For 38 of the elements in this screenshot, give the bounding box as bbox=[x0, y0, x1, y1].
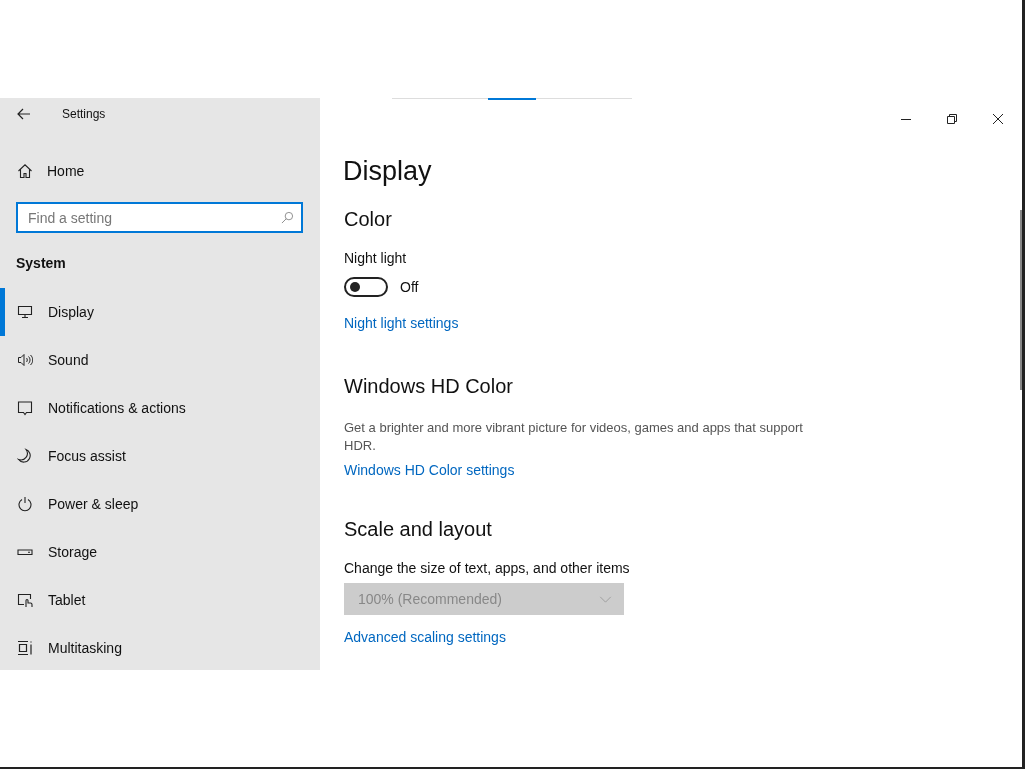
multitasking-icon bbox=[17, 640, 33, 656]
tablet-touch-icon bbox=[17, 592, 33, 608]
description-text: Get a brighter and more vibrant picture for videos, games and apps that support HDR. bbox=[343, 419, 804, 455]
home-icon bbox=[17, 163, 33, 179]
settings-link[interactable]: Night light settings bbox=[343, 315, 459, 331]
night-light-toggle[interactable] bbox=[344, 277, 388, 297]
nav-item[interactable]: Storage bbox=[0, 528, 320, 576]
page-title: Display bbox=[343, 156, 433, 187]
scrollbar[interactable] bbox=[1020, 210, 1022, 390]
toggle-state: Off bbox=[400, 279, 419, 295]
window-title: Settings bbox=[62, 107, 106, 121]
section-heading: Scale and layout bbox=[343, 518, 493, 541]
settings-link[interactable]: Windows HD Color settings bbox=[343, 462, 515, 478]
section-heading: System bbox=[16, 255, 67, 273]
section-heading: Color bbox=[343, 208, 393, 231]
power-icon bbox=[17, 496, 33, 512]
home-item[interactable]: Home bbox=[0, 159, 320, 183]
restore-icon[interactable] bbox=[946, 113, 958, 125]
speaker-icon bbox=[17, 352, 33, 368]
nav-item[interactable]: Tablet bbox=[0, 576, 320, 624]
section-heading: Windows HD Color bbox=[343, 375, 514, 398]
nav-item[interactable]: Display bbox=[0, 288, 320, 336]
nav-item[interactable]: Power & sleep bbox=[0, 480, 320, 528]
setting-label: Change the size of text, apps, and other items bbox=[343, 560, 631, 576]
nav-item[interactable]: Sound bbox=[0, 336, 320, 384]
monitor-icon bbox=[17, 304, 33, 320]
close-icon[interactable] bbox=[992, 113, 1004, 125]
moon-icon bbox=[17, 448, 33, 464]
chevron-down-icon bbox=[599, 595, 612, 603]
search-field[interactable]: Find a setting bbox=[16, 202, 303, 233]
nav-item[interactable]: Multitasking bbox=[0, 624, 320, 672]
back-arrow-icon[interactable] bbox=[17, 108, 31, 120]
search-icon bbox=[281, 211, 294, 224]
message-icon bbox=[17, 400, 33, 416]
setting-label: Night light bbox=[343, 250, 408, 266]
nav-item[interactable]: Focus assist bbox=[0, 432, 320, 480]
settings-link[interactable]: Advanced scaling settings bbox=[343, 629, 506, 645]
nav-item[interactable]: Notifications & actions bbox=[0, 384, 320, 432]
